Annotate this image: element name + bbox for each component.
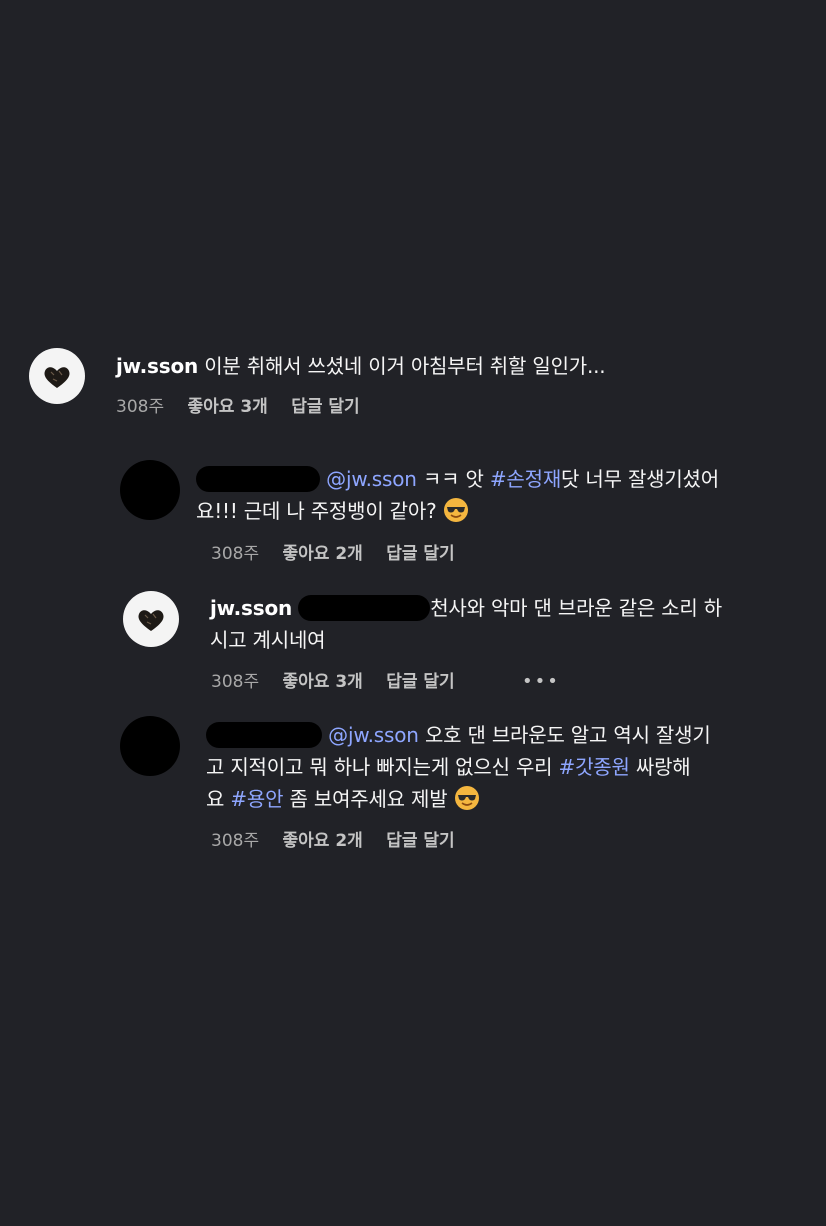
avatar[interactable] — [29, 348, 85, 404]
comment-text: 싸랑해 — [635, 755, 691, 779]
likes-count[interactable]: 좋아요 3개 — [188, 397, 268, 417]
reply-button[interactable]: 답글 달기 — [386, 831, 454, 851]
comment-text: 시고 계시네여 — [210, 628, 326, 652]
timestamp[interactable]: 308주 — [211, 831, 259, 851]
heart-icon — [138, 610, 164, 631]
timestamp[interactable]: 308주 — [211, 544, 259, 564]
comment-text: 고 지적이고 뭐 하나 빠지는게 없으신 우리 — [206, 755, 553, 779]
hashtag-link[interactable]: #손정재 — [490, 467, 561, 491]
reply-button[interactable]: 답글 달기 — [386, 672, 454, 692]
smiling-face-with-sunglasses-icon — [454, 786, 479, 810]
comment-body: jw.sson 이분 취해서 쓰셨네 이거 아침부터 취할 일인가... — [116, 350, 806, 382]
comment-meta: 308주 좋아요 3개 답글 달기 — [211, 671, 473, 693]
avatar[interactable] — [120, 716, 180, 776]
comment-text: 좀 보여주세요 제발 — [289, 787, 448, 811]
username[interactable]: jw.sson — [116, 354, 198, 378]
comment-text: 요!!! 근데 나 주정뱅이 같아? — [196, 499, 437, 523]
hashtag-link[interactable]: #갓종원 — [559, 755, 630, 779]
comment-text: ㅋㅋ 앗 — [422, 467, 484, 491]
comment-meta: 308주 좋아요 2개 답글 달기 — [211, 830, 473, 852]
redacted-username — [196, 466, 320, 492]
mention-link[interactable]: @jw.sson — [328, 723, 419, 747]
likes-count[interactable]: 좋아요 3개 — [283, 672, 363, 692]
avatar[interactable] — [120, 460, 180, 520]
redacted-username — [206, 722, 322, 748]
timestamp[interactable]: 308주 — [116, 397, 164, 417]
comment-text: 닷 너무 잘생기셨어 — [561, 467, 719, 491]
avatar[interactable] — [123, 591, 179, 647]
redacted-mention — [298, 595, 431, 621]
smiling-face-with-sunglasses-icon — [443, 498, 468, 522]
timestamp[interactable]: 308주 — [211, 672, 259, 692]
comment-body: @jw.sson 오호 댄 브라운도 알고 역시 잘생기 고 지적이고 뭐 하나… — [206, 719, 806, 815]
comment-text: 이분 취해서 쓰셨네 이거 아침부터 취할 일인가... — [204, 354, 606, 378]
more-options-button[interactable]: ••• — [522, 671, 560, 692]
mention-link[interactable]: @jw.sson — [326, 467, 417, 491]
reply-button[interactable]: 답글 달기 — [291, 397, 359, 417]
comment-meta: 308주 좋아요 3개 답글 달기 — [116, 396, 378, 418]
comment-body: @jw.sson ㅋㅋ 앗 #손정재닷 너무 잘생기셨어 요!!! 근데 나 주… — [196, 463, 806, 527]
comment-text: 천사와 악마 댄 브라운 같은 소리 하 — [430, 596, 722, 620]
heart-icon — [44, 367, 70, 388]
username[interactable]: jw.sson — [210, 596, 292, 620]
hashtag-link[interactable]: #용안 — [230, 787, 283, 811]
comment-text: 오호 댄 브라운도 알고 역시 잘생기 — [424, 723, 711, 747]
comment-meta: 308주 좋아요 2개 답글 달기 — [211, 543, 473, 565]
comment-body: jw.sson 천사와 악마 댄 브라운 같은 소리 하 시고 계시네여 — [210, 592, 806, 656]
likes-count[interactable]: 좋아요 2개 — [283, 831, 363, 851]
comment-text: 요 — [206, 787, 225, 811]
reply-button[interactable]: 답글 달기 — [386, 544, 454, 564]
likes-count[interactable]: 좋아요 2개 — [283, 544, 363, 564]
